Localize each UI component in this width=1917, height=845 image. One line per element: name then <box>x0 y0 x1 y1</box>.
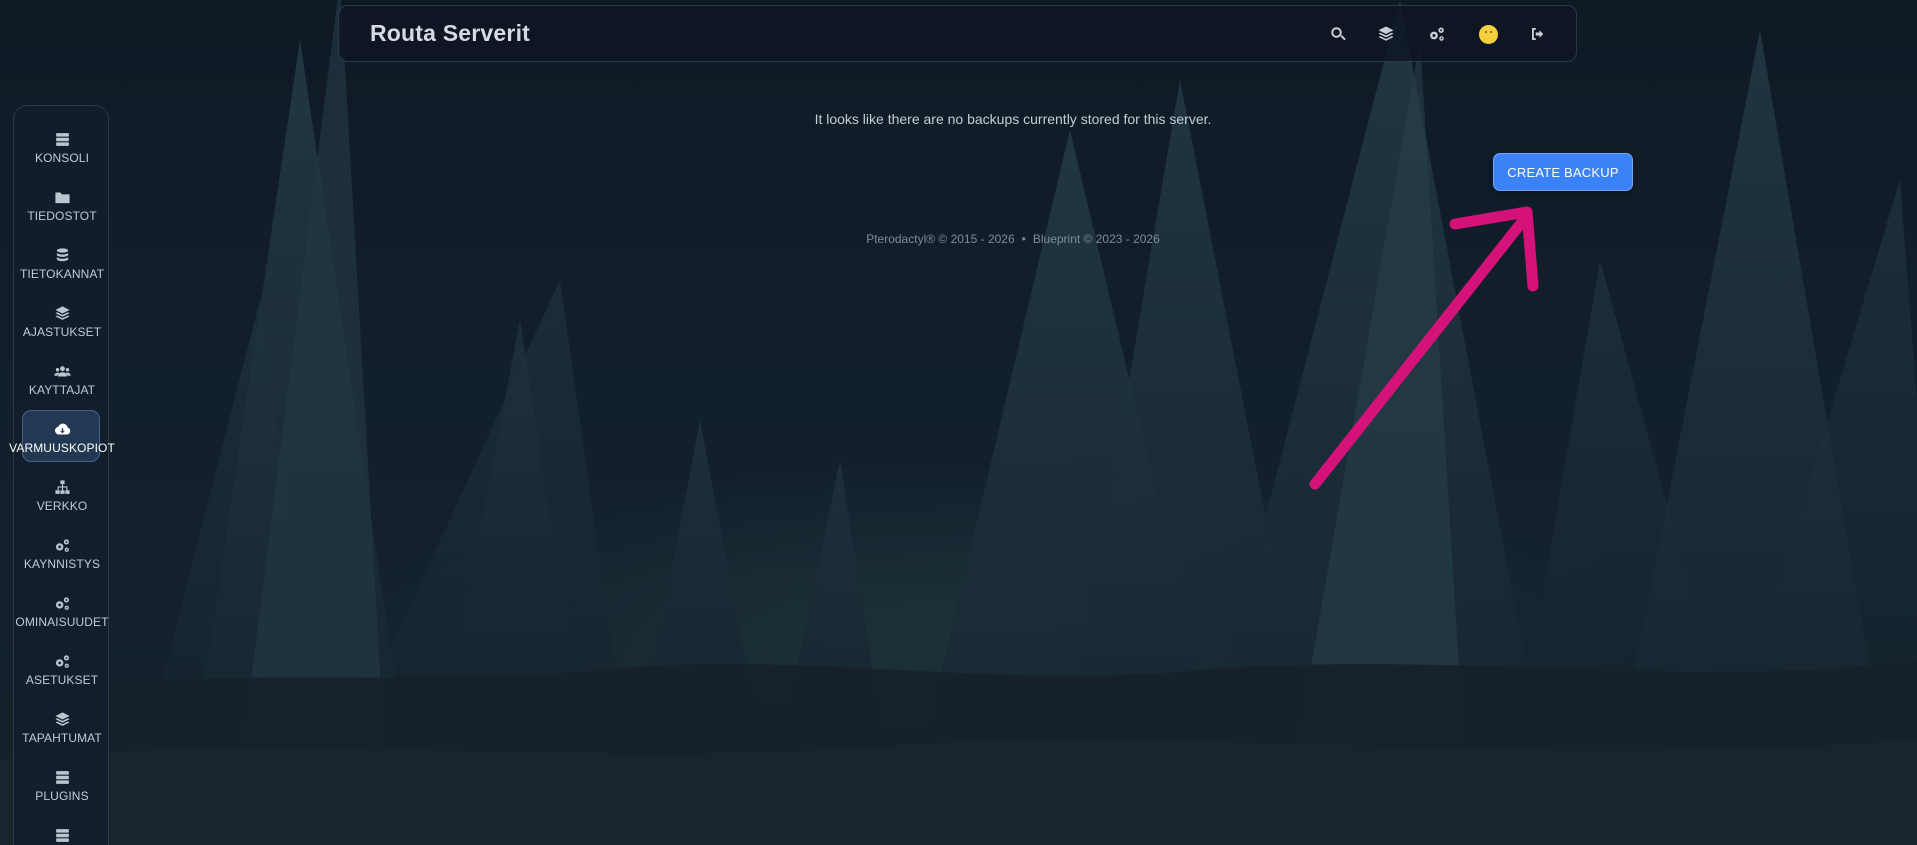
sidebar-item-label: PLUGINS <box>35 789 89 803</box>
sidebar-item-tiedostot[interactable]: TIEDOSTOT <box>14 178 110 232</box>
page: Routa Serverit KONSOLI TIEDOSTOT TIETOKANN… <box>0 0 1917 845</box>
sidebar-item-label: TIETOKANNAT <box>20 267 104 281</box>
server-icon <box>55 132 69 146</box>
sidebar-item-icon <box>54 593 71 613</box>
users-icon <box>53 365 71 376</box>
sign-out-icon[interactable] <box>1527 23 1549 45</box>
sidebar-item-label: OMINAISUUDET <box>15 615 109 629</box>
sidebar-item-label: ASETUKSET <box>25 673 99 687</box>
sidebar-item-icon <box>54 187 71 207</box>
sidebar-item-varmuuskopiot[interactable]: VARMUUSKOPIOT <box>9 410 115 464</box>
search-icon[interactable] <box>1327 23 1349 45</box>
sidebar-item-icon <box>54 767 71 787</box>
gears-icon <box>55 538 69 552</box>
folder-icon <box>54 192 70 203</box>
sidebar-item-label: VARMUUSKOPIOT <box>9 441 115 455</box>
sidebar-item-ominaisuudet[interactable]: OMINAISUUDET <box>14 584 110 638</box>
footer-separator: • <box>1021 232 1026 246</box>
sidebar-item-icon <box>54 129 71 149</box>
sidebar-item-icon <box>54 825 71 845</box>
network-icon <box>54 479 70 494</box>
sidebar: KONSOLI TIEDOSTOT TIETOKANNAT AJASTUKSET KAY… <box>9 105 115 845</box>
server-icon <box>55 828 69 842</box>
sidebar-item-icon <box>54 419 71 439</box>
sidebar-item-icon <box>54 709 71 729</box>
sidebar-item-icon <box>54 535 71 555</box>
footer-blueprint-copyright[interactable]: Blueprint © 2023 - 2026 <box>1033 232 1160 246</box>
sidebar-item-mc-logs[interactable]: MC LOGS <box>14 816 110 845</box>
gears-icon[interactable] <box>1426 23 1448 45</box>
sidebar-item-label: AJASTUKSET <box>22 325 102 339</box>
sidebar-item-tapahtumat[interactable]: TAPAHTUMAT <box>14 700 110 754</box>
top-navigation-bar: Routa Serverit <box>338 5 1577 62</box>
sidebar-item-icon <box>53 361 71 381</box>
sidebar-item-icon <box>54 245 71 265</box>
layers-icon[interactable] <box>1375 23 1397 45</box>
sidebar-item-label: KAYNNISTYS <box>23 557 101 571</box>
gears-icon <box>55 654 69 668</box>
sidebar-item-icon <box>54 477 71 497</box>
sidebar-item-label: KAYTTAJAT <box>28 383 96 397</box>
sidebar-item-label: KONSOLI <box>34 151 90 165</box>
footer: Pterodactyl® © 2015 - 2026 • Blueprint © 2… <box>0 232 1917 246</box>
sidebar-item-konsoli[interactable]: KONSOLI <box>14 120 110 174</box>
footer-pterodactyl-copyright[interactable]: Pterodactyl® © 2015 - 2026 <box>866 232 1014 246</box>
create-backup-button[interactable]: CREATE BACKUP <box>1493 153 1633 191</box>
layers-icon <box>54 305 70 320</box>
sidebar-item-kaynnistys[interactable]: KAYNNISTYS <box>14 526 110 580</box>
sidebar-item-icon <box>54 303 71 323</box>
gears-icon <box>55 596 69 610</box>
empty-backups-message: It looks like there are no backups curre… <box>814 111 1212 127</box>
server-icon <box>55 770 69 784</box>
sidebar-item-label: TIEDOSTOT <box>27 209 97 223</box>
layers-icon <box>54 711 70 726</box>
database-icon <box>56 247 68 261</box>
sidebar-item-label: TAPAHTUMAT <box>22 731 102 745</box>
sidebar-item-icon <box>54 651 71 671</box>
sidebar-item-label: VERKKO <box>36 499 88 513</box>
cloud-download-icon <box>54 423 70 434</box>
sidebar-item-kayttajat[interactable]: KAYTTAJAT <box>14 352 110 406</box>
sidebar-item-asetukset[interactable]: ASETUKSET <box>14 642 110 696</box>
sidebar-item-plugins[interactable]: PLUGINS <box>14 758 110 812</box>
sidebar-item-ajastukset[interactable]: AJASTUKSET <box>14 294 110 348</box>
sidebar-item-verkko[interactable]: VERKKO <box>14 468 110 522</box>
avatar[interactable] <box>1477 23 1499 45</box>
